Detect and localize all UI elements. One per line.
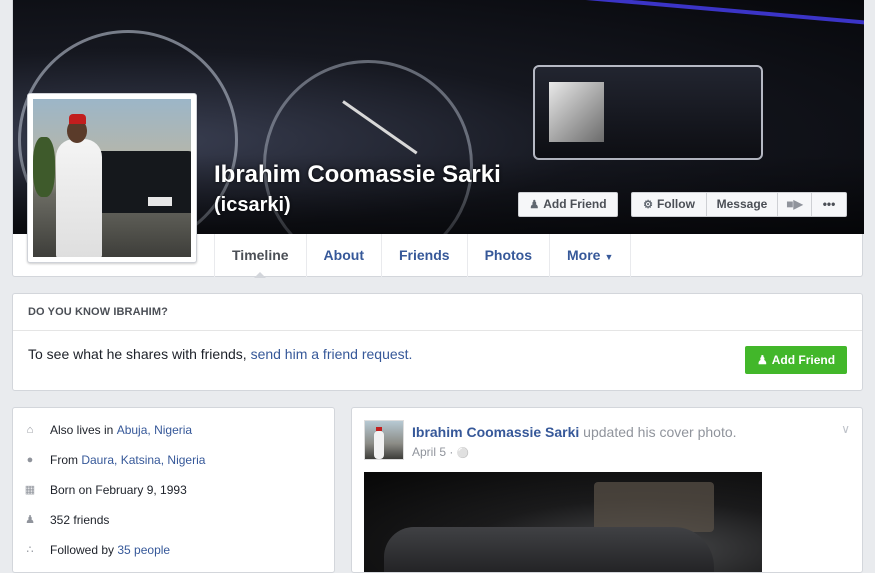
from-region-link[interactable]: Katsina, Nigeria: [121, 453, 206, 467]
profile-picture[interactable]: [27, 93, 197, 263]
house-icon: ⌂: [26, 424, 34, 436]
lives-place-link[interactable]: Abuja, Nigeria: [117, 423, 192, 437]
born-text: Born on February 9, 1993: [50, 483, 187, 497]
post-cover-photo[interactable]: [364, 472, 762, 572]
tab-friends[interactable]: Friends: [380, 234, 467, 277]
people-icon: ♟: [25, 514, 35, 526]
avatar-person: [374, 431, 384, 459]
intro-friends-row: ♟ 352 friends: [24, 511, 109, 529]
video-call-button[interactable]: ■▶: [777, 192, 812, 217]
profile-name-block: Ibrahim Coomassie Sarki (icsarki): [214, 160, 501, 220]
caret-down-icon: ▼: [604, 252, 614, 262]
profile-name[interactable]: Ibrahim Coomassie Sarki: [214, 160, 501, 190]
globe-icon: ⚪: [456, 448, 470, 459]
intro-lives-row: ⌂ Also lives in Abuja, Nigeria: [24, 421, 192, 439]
timeline-post: Ibrahim Coomassie Sarki updated his cove…: [351, 407, 863, 573]
photo-plate: [148, 197, 172, 206]
do-you-know-body: To see what he shares with friends, send…: [13, 331, 862, 391]
tab-more-label: More: [567, 247, 601, 263]
intro-card: ⌂ Also lives in Abuja, Nigeria ● From Da…: [12, 407, 335, 573]
more-dots-icon: •••: [822, 197, 836, 211]
follow-label: Follow: [656, 197, 695, 211]
profile-username: (icsarki): [214, 194, 291, 216]
photo-person: [56, 139, 102, 257]
from-separator: ,: [114, 453, 121, 467]
avatar-cap: [376, 427, 382, 431]
photo-tree: [33, 137, 55, 197]
photo-car: [88, 151, 191, 213]
do-you-know-message: To see what he shares with friends,: [28, 346, 251, 362]
followers-link[interactable]: 35 people: [117, 543, 170, 557]
post-meta: April 5 · ⚪: [412, 445, 469, 459]
followed-prefix: Followed by: [50, 543, 118, 557]
intro-followed-row: ∴ Followed by 35 people: [24, 541, 171, 559]
tab-photos[interactable]: Photos: [466, 234, 549, 277]
tab-about[interactable]: About: [305, 234, 381, 277]
post-date[interactable]: April 5 ·: [412, 445, 457, 459]
post-title: Ibrahim Coomassie Sarki updated his cove…: [412, 424, 737, 440]
rss-icon: ⚙: [643, 199, 653, 211]
post-image-door: [594, 482, 714, 532]
friends-count[interactable]: 352 friends: [50, 513, 109, 527]
add-friend-label: Add Friend: [543, 197, 607, 211]
send-friend-request-link[interactable]: send him a friend request.: [251, 346, 413, 362]
photo-cap: [69, 114, 86, 124]
post-image-car: [384, 527, 714, 572]
add-friend-green-button[interactable]: ♟ Add Friend: [745, 346, 847, 374]
tab-more[interactable]: More ▼: [549, 234, 632, 277]
intro-born-row: ▦ Born on February 9, 1993: [24, 481, 187, 499]
post-action-text: updated his cover photo.: [579, 424, 737, 440]
do-you-know-heading: DO YOU KNOW IBRAHIM?: [13, 294, 862, 331]
calendar-icon: ▦: [24, 484, 36, 496]
person-plus-icon: ♟: [756, 353, 768, 367]
cover-album-art: [549, 82, 604, 142]
profile-tabs: Timeline About Friends Photos More ▼: [214, 234, 632, 278]
message-button[interactable]: Message: [706, 192, 778, 217]
video-camera-icon: ■▶: [786, 197, 803, 211]
profile-header-card: Ibrahim Coomassie Sarki (icsarki) ♟ Add F…: [12, 0, 864, 278]
add-friend-button[interactable]: ♟ Add Friend: [518, 192, 618, 217]
post-author-link[interactable]: Ibrahim Coomassie Sarki: [412, 424, 579, 440]
profile-action-group: ⚙ Follow Message ■▶ •••: [631, 192, 847, 217]
cover-ambient-light: [573, 0, 864, 26]
do-you-know-card: DO YOU KNOW IBRAHIM? To see what he shar…: [12, 293, 863, 391]
follow-button[interactable]: ⚙ Follow: [631, 192, 707, 217]
map-pin-icon: ●: [26, 454, 34, 466]
lives-prefix: Also lives in: [50, 423, 117, 437]
person-plus-icon: ♟: [529, 199, 540, 211]
more-options-button[interactable]: •••: [811, 192, 847, 217]
message-label: Message: [716, 197, 768, 211]
feed-icon: ∴: [26, 544, 34, 556]
from-city-link[interactable]: Daura: [81, 453, 114, 467]
intro-from-row: ● From Daura, Katsina, Nigeria: [24, 451, 206, 469]
do-you-know-text: To see what he shares with friends, send…: [28, 346, 412, 362]
post-author-avatar[interactable]: [364, 420, 404, 460]
tab-timeline[interactable]: Timeline: [214, 234, 306, 278]
add-friend-green-label: Add Friend: [771, 353, 836, 367]
chevron-down-icon[interactable]: ∨: [841, 422, 850, 436]
from-prefix: From: [50, 453, 82, 467]
profile-photo: [33, 99, 191, 257]
